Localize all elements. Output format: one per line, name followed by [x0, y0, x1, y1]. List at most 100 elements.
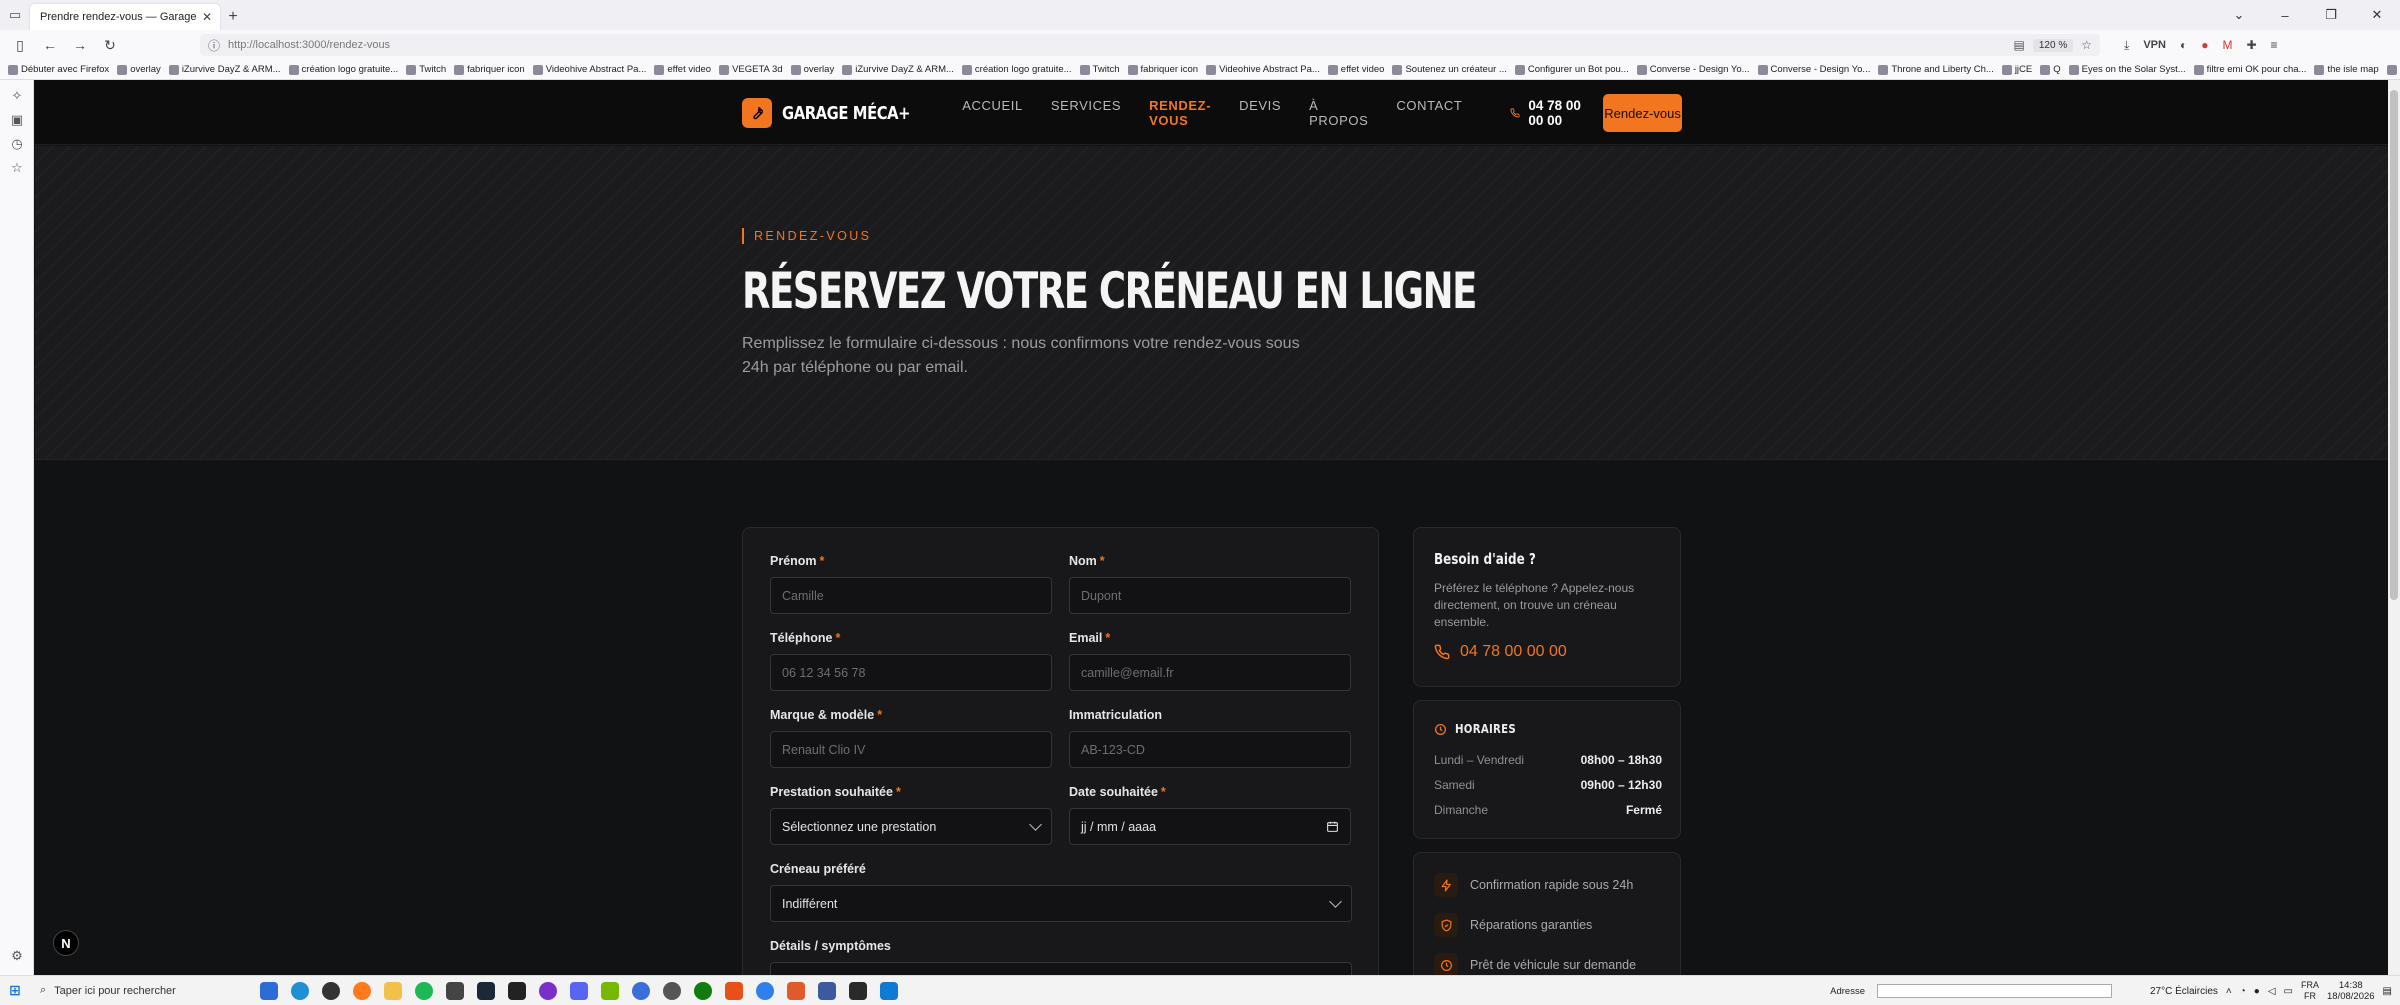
bookmark-item[interactable]: Configurer un Bot pou... [1514, 64, 1629, 75]
downloads-icon[interactable]: ⤓ [2124, 38, 2129, 53]
browser-tab-active[interactable]: Prendre rendez-vous — Garage Mé ✕ [30, 4, 220, 30]
bookmark-item[interactable]: Converse - Design Yo... [1636, 64, 1750, 75]
file-explorer-icon[interactable] [384, 981, 402, 1000]
bookmark-item[interactable]: Videohive Abstract Pa... [532, 64, 646, 75]
task-view-icon[interactable] [260, 981, 278, 1000]
last-name-input[interactable]: Dupont [1069, 577, 1351, 614]
bookmark-item[interactable]: overlay [790, 64, 834, 75]
nav-link-services[interactable]: SERVICES [1051, 98, 1121, 128]
bookmark-item[interactable]: création logo gratuite... [288, 64, 398, 75]
edge-icon[interactable] [291, 981, 309, 1000]
language-indicator[interactable]: FRA FR [2301, 980, 2319, 1002]
nvidia-icon[interactable] [601, 981, 619, 1000]
sidebar-toggle-icon[interactable]: ▯ [8, 37, 32, 54]
app-icon[interactable] [663, 981, 681, 1000]
nav-link-devis[interactable]: DEVIS [1239, 98, 1281, 128]
microphone-icon[interactable]: ● [2254, 986, 2260, 997]
tab-overflow-icon[interactable]: ⌄ [2216, 7, 2262, 23]
phone-input[interactable]: 06 12 34 56 78 [770, 654, 1052, 691]
tab-list-icon[interactable]: ▭ [0, 0, 30, 30]
bookmark-item[interactable]: Q [2040, 64, 2061, 75]
bookmarks-icon[interactable]: ☆ [9, 160, 25, 176]
synced-tabs-icon[interactable]: ▣ [9, 112, 25, 128]
weather-widget[interactable]: 27°C Éclaircies [2150, 986, 2218, 997]
app-icon[interactable] [818, 981, 836, 1000]
reader-mode-icon[interactable]: ▤ [2014, 38, 2025, 52]
bookmark-item[interactable]: VEGETA 3d [719, 64, 783, 75]
bookmark-item[interactable]: Eyes on the Solar Syst... [2068, 64, 2186, 75]
discord-icon[interactable] [570, 981, 588, 1000]
address-toolbar-input[interactable] [1876, 984, 2112, 998]
battery-icon[interactable]: ▭ [2284, 986, 2293, 997]
header-appointment-button[interactable]: Rendez-vous [1603, 94, 1682, 132]
bookmark-item[interactable]: slither.io [2386, 64, 2400, 75]
slot-select[interactable]: Indifférent [770, 885, 1352, 922]
tray-overflow-icon[interactable]: ˄ [2226, 986, 2232, 997]
bookmark-item[interactable]: jjCE [2001, 64, 2032, 75]
bookmark-item[interactable]: Twitch [406, 64, 446, 75]
close-tab-icon[interactable]: ✕ [200, 10, 214, 24]
site-logo[interactable]: GARAGE MÉCA+ [742, 98, 938, 128]
url-bar[interactable]: ⓘ http://localhost:3000/rendez-vous ▤ 12… [200, 34, 2100, 56]
extensions-puzzle-icon[interactable]: ✚ [2246, 38, 2256, 52]
forward-button[interactable]: → [68, 37, 92, 53]
reload-button[interactable]: ↻ [98, 37, 122, 54]
site-info-icon[interactable]: ⓘ [208, 37, 220, 54]
details-textarea[interactable] [770, 962, 1352, 975]
service-select[interactable]: Sélectionnez une prestation [770, 808, 1052, 845]
bookmark-item[interactable]: effet video [654, 64, 711, 75]
windows-start-icon[interactable]: ⊞ [0, 982, 30, 999]
date-input[interactable]: jj / mm / aaaa [1069, 808, 1351, 845]
bookmark-item[interactable]: Converse - Design Yo... [1757, 64, 1870, 75]
bookmark-item[interactable]: overlay [117, 64, 161, 75]
nav-link-accueil[interactable]: ACCUEIL [962, 98, 1023, 128]
taskbar-clock[interactable]: 14:38 18/08/2026 [2327, 980, 2375, 1002]
bookmark-item[interactable]: iZurvive DayZ & ARM... [168, 64, 281, 75]
header-phone-link[interactable]: 04 78 00 00 00 [1510, 98, 1592, 128]
chatgpt-icon[interactable] [322, 981, 340, 1000]
app-icon[interactable] [725, 981, 743, 1000]
scrollbar-thumb[interactable] [2390, 90, 2398, 600]
bookmark-item[interactable]: fabriquer icon [1127, 64, 1198, 75]
app-icon[interactable] [539, 981, 557, 1000]
vpn-button[interactable]: VPN [2143, 39, 2166, 51]
nav-link-contact[interactable]: CONTACT [1396, 98, 1462, 128]
app-icon[interactable] [632, 981, 650, 1000]
nav-link-a-propos[interactable]: À PROPOS [1309, 98, 1368, 128]
spotify-icon[interactable] [415, 981, 433, 1000]
bookmark-item[interactable]: Soutenez un créateur ... [1392, 64, 1507, 75]
minimize-window-button[interactable]: – [2262, 8, 2308, 23]
page-scrollbar[interactable] [2388, 80, 2400, 975]
firefox-icon[interactable] [353, 981, 371, 1000]
bookmark-star-icon[interactable]: ☆ [2081, 38, 2092, 52]
bookmark-item[interactable]: Twitch [1079, 64, 1120, 75]
nav-link-rendez-vous[interactable]: RENDEZ-VOUS [1149, 98, 1211, 128]
bookmark-item[interactable]: création logo gratuite... [961, 64, 1072, 75]
history-icon[interactable]: ◷ [9, 136, 25, 152]
vehicle-input[interactable]: Renault Clio IV [770, 731, 1052, 768]
email-input[interactable]: camille@email.fr [1069, 654, 1351, 691]
restore-window-button[interactable]: ❐ [2308, 7, 2354, 23]
close-window-button[interactable]: ✕ [2354, 7, 2400, 23]
menu-icon[interactable]: ≡ [2271, 38, 2278, 52]
new-tab-button[interactable]: + [220, 4, 246, 30]
gmail-icon[interactable]: M [2222, 38, 2232, 52]
adblock-icon[interactable]: ● [2201, 38, 2208, 52]
app-icon[interactable] [849, 981, 867, 1000]
volume-icon[interactable]: ◁ [2268, 986, 2276, 997]
bookmark-item[interactable]: the isle map [2314, 64, 2379, 75]
zoom-level-badge[interactable]: 120 % [2032, 38, 2074, 52]
back-button[interactable]: ← [38, 37, 62, 53]
steam-icon[interactable] [477, 981, 495, 1000]
bookmark-item[interactable]: fabriquer icon [454, 64, 525, 75]
app-icon[interactable] [446, 981, 464, 1000]
bookmark-item[interactable]: Throne and Liberty Ch... [1878, 64, 1994, 75]
network-icon[interactable]: ◔ [2240, 986, 2246, 997]
bookmark-item[interactable]: iZurvive DayZ & ARM... [842, 64, 954, 75]
taskbar-search[interactable]: ⌕ Taper ici pour rechercher [30, 977, 230, 1005]
bookmark-item[interactable]: effet video [1327, 64, 1384, 75]
notifications-icon[interactable]: ▤ [2383, 986, 2392, 997]
ai-chat-icon[interactable]: ✧ [9, 88, 25, 104]
dev-tools-badge[interactable]: N [53, 930, 79, 956]
plate-input[interactable]: AB-123-CD [1069, 731, 1351, 768]
